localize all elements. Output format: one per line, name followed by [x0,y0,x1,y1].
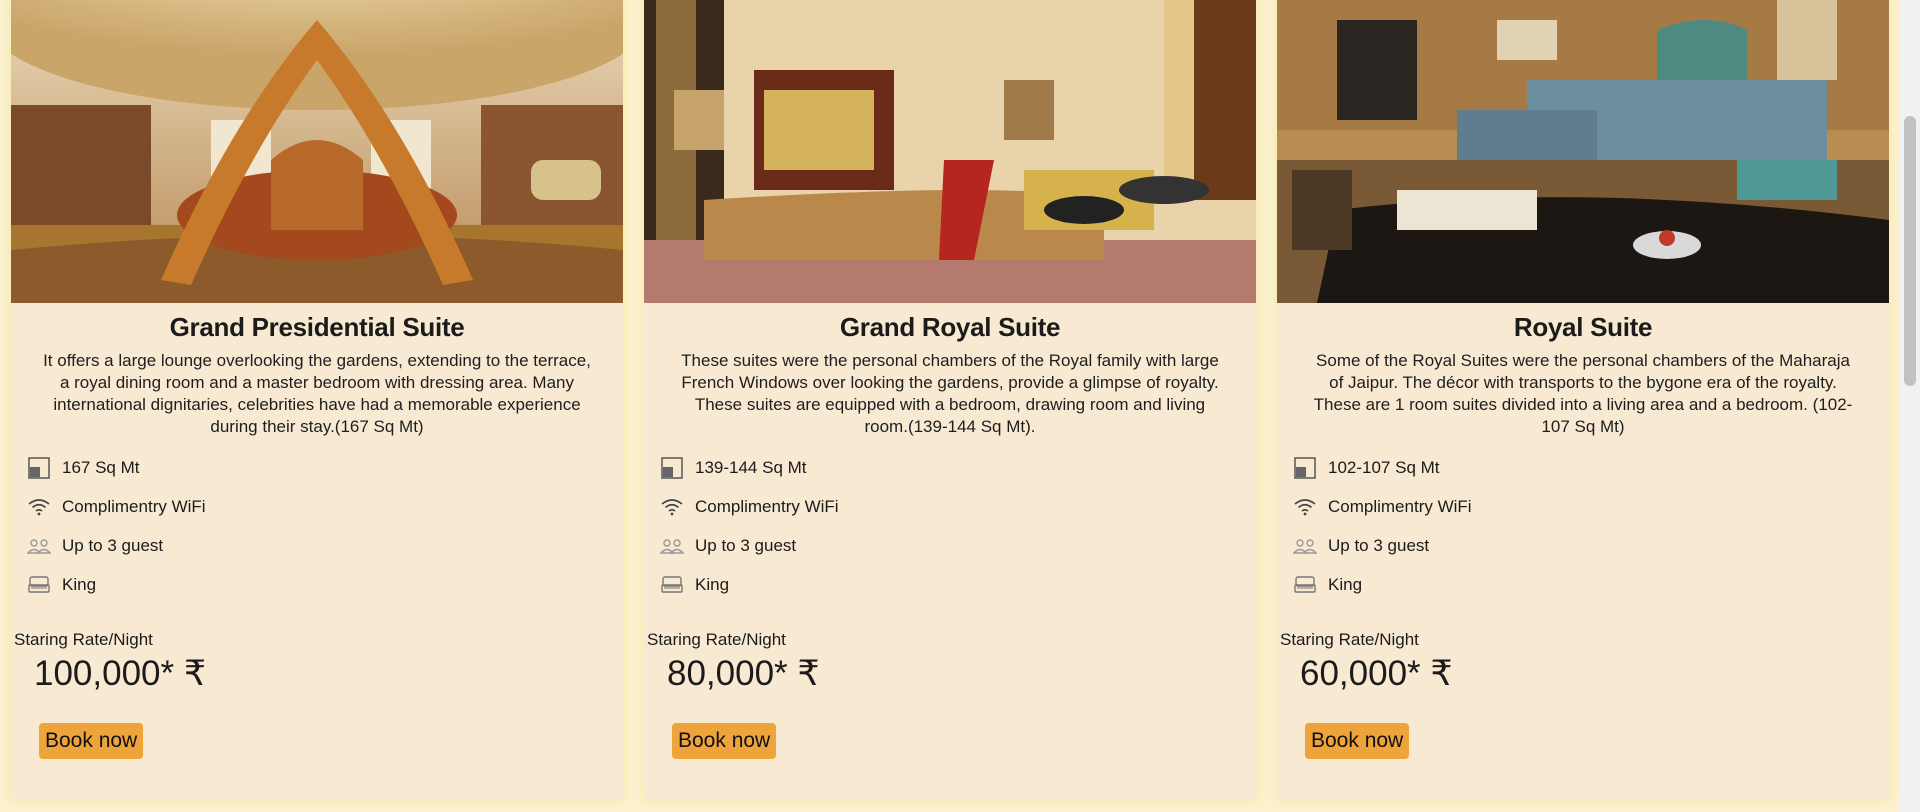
page-scrollbar[interactable] [1900,0,1920,812]
bed-icon [660,573,684,597]
suite-price: 80,000* ₹ [667,654,820,693]
suite-features: 102-107 Sq Mt Complimentry WiFi Up to 3 … [1277,448,1889,604]
suite-card-grand-presidential: Grand Presidential Suite It offers a lar… [11,0,623,800]
feature-guests: Up to 3 guest [1293,526,1889,565]
suite-price: 100,000* ₹ [34,654,207,693]
guests-icon [1293,534,1317,558]
book-now-button[interactable]: Book now [39,723,144,759]
feature-guests: Up to 3 guest [27,526,623,565]
feature-bed-label: King [1328,574,1363,594]
feature-bed-label: King [62,574,97,594]
suite-features: 139-144 Sq Mt Complimentry WiFi Up to 3 … [644,448,1256,604]
feature-area: 167 Sq Mt [27,448,623,487]
guests-icon [660,534,684,558]
feature-area-label: 139-144 Sq Mt [695,457,807,477]
feature-guests-label: Up to 3 guest [62,535,164,555]
feature-guests-label: Up to 3 guest [695,535,797,555]
rate-label: Staring Rate/Night [647,630,786,649]
feature-area: 102-107 Sq Mt [1293,448,1889,487]
feature-area-label: 102-107 Sq Mt [1328,457,1440,477]
suite-photo [11,0,623,303]
rate-label: Staring Rate/Night [1280,630,1419,649]
wifi-icon [660,495,684,519]
feature-wifi-label: Complimentry WiFi [695,496,839,516]
scrollbar-thumb[interactable] [1904,116,1916,386]
feature-wifi: Complimentry WiFi [27,487,623,526]
rate-label: Staring Rate/Night [14,630,153,649]
suite-photo [644,0,1256,303]
suite-title: Grand Royal Suite [839,312,1061,342]
book-now-button[interactable]: Book now [672,723,777,759]
feature-bed-label: King [695,574,730,594]
book-now-button[interactable]: Book now [1305,723,1410,759]
guests-icon [27,534,51,558]
wifi-icon [1293,495,1317,519]
feature-guests: Up to 3 guest [660,526,1256,565]
feature-wifi-label: Complimentry WiFi [1328,496,1472,516]
feature-wifi-label: Complimentry WiFi [62,496,206,516]
suite-card-royal: Royal Suite Some of the Royal Suites wer… [1277,0,1889,800]
suite-description: It offers a large lounge overlooking the… [43,351,591,436]
feature-bed: King [1293,565,1889,604]
suite-title: Royal Suite [1513,312,1653,342]
suite-features: 167 Sq Mt Complimentry WiFi Up to 3 gues… [11,448,623,604]
feature-area: 139-144 Sq Mt [660,448,1256,487]
bed-icon [27,573,51,597]
suite-title: Grand Presidential Suite [169,312,465,342]
suite-card-grand-royal: Grand Royal Suite These suites were the … [644,0,1256,800]
feature-guests-label: Up to 3 guest [1328,535,1430,555]
area-icon [27,456,51,480]
wifi-icon [27,495,51,519]
area-icon [1293,456,1317,480]
suite-description: These suites were the personal chambers … [681,351,1219,436]
suite-description: Some of the Royal Suites were the person… [1313,351,1853,436]
feature-area-label: 167 Sq Mt [62,457,140,477]
feature-bed: King [27,565,623,604]
suite-photo [1277,0,1889,303]
feature-bed: King [660,565,1256,604]
bed-icon [1293,573,1317,597]
feature-wifi: Complimentry WiFi [1293,487,1889,526]
suite-price: 60,000* ₹ [1300,654,1453,693]
feature-wifi: Complimentry WiFi [660,487,1256,526]
suites-grid: Grand Presidential Suite It offers a lar… [0,0,1900,812]
area-icon [660,456,684,480]
